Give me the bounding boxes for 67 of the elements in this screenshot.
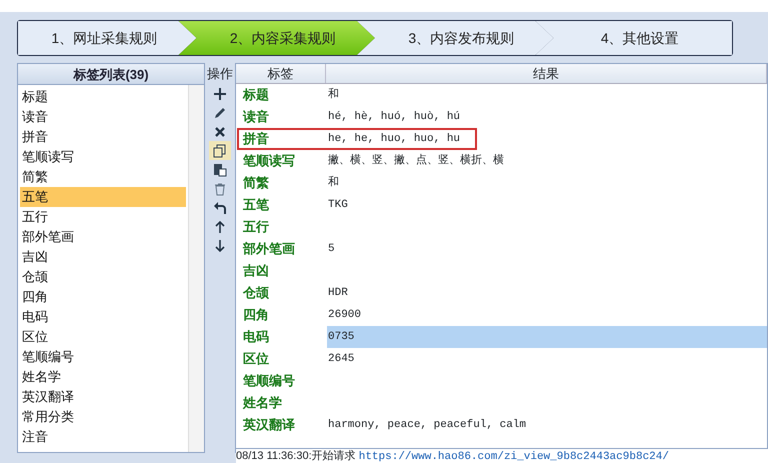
arrow-up-icon[interactable]: [213, 220, 227, 234]
tag-list-item[interactable]: 电码: [20, 307, 186, 327]
copy-button[interactable]: [209, 141, 231, 160]
arrow-down-icon[interactable]: [213, 238, 227, 252]
table-cell-text: 26900: [327, 308, 362, 323]
table-cell-text: 拼音: [242, 130, 270, 148]
table-cell-text: 5: [327, 242, 336, 257]
tag-list-item[interactable]: 部外笔画: [20, 227, 186, 247]
tag-list-item[interactable]: 四角: [20, 287, 186, 307]
tag-list-item[interactable]: 笔顺编号: [20, 347, 186, 367]
toolbar-title: 操作: [207, 65, 233, 83]
tag-list-item[interactable]: 五笔: [20, 187, 186, 207]
step-tab[interactable]: 3、内容发布规则: [357, 21, 554, 55]
table-cell-text: 五行: [242, 218, 270, 236]
tag-list-item[interactable]: 常用分类: [20, 407, 186, 427]
paste-icon[interactable]: [213, 162, 227, 176]
tag-list-item[interactable]: 简繁: [20, 167, 186, 187]
table-cell-text: 撇、横、竖、撇、点、竖、横折、横: [327, 152, 505, 169]
table-cell-text: 区位: [242, 350, 270, 368]
step-tab[interactable]: 2、内容采集规则: [178, 21, 375, 55]
log-text: 08/13 11:36:30:开始请求: [236, 450, 356, 462]
table-cell-text: harmony, peace, peaceful, calm: [327, 418, 528, 433]
table-cell-text: 四角: [242, 306, 270, 324]
step-tab[interactable]: 1、网址采集规则: [18, 21, 196, 55]
tag-list-item[interactable]: 笔顺读写: [20, 147, 186, 167]
table-cell-text: 吉凶: [242, 262, 270, 280]
table-cell-text: 和: [327, 87, 340, 103]
close-icon[interactable]: [213, 124, 227, 138]
copy-icon: [213, 144, 227, 158]
table-cell-text: 和: [327, 175, 340, 191]
log-url[interactable]: https://www.hao86.com/zi_view_9b8c2443ac9b8c24/: [358, 451, 669, 463]
table-cell-text: 仓颉: [242, 284, 270, 302]
add-icon[interactable]: [213, 86, 227, 100]
pencil-icon[interactable]: [213, 106, 227, 120]
tag-list-item[interactable]: 吉凶: [20, 247, 186, 267]
table-cell-text: 2645: [327, 352, 356, 367]
tag-list-item[interactable]: 拼音: [20, 127, 186, 147]
tag-list-item[interactable]: 英汉翻译: [20, 387, 186, 407]
undo-icon[interactable]: [213, 200, 227, 214]
tag-list-item[interactable]: 姓名学: [20, 367, 186, 387]
table-cell-text: he, he, huo, huo, hu: [327, 132, 462, 147]
step-tab[interactable]: 4、其他设置: [536, 21, 732, 55]
panel-title: 标签列表(39): [18, 64, 204, 85]
tag-list-item[interactable]: 区位: [20, 327, 186, 347]
tag-list-item[interactable]: 五行: [20, 207, 186, 227]
table-cell-text: 部外笔画: [242, 240, 296, 258]
table-cell-text: 简繁: [242, 174, 270, 192]
table-cell-text: TKG: [327, 198, 349, 213]
table-cell-text: hé, hè, huó, huò, hú: [327, 110, 462, 125]
table-cell-text: HDR: [327, 286, 349, 301]
tag-list-item[interactable]: 标题: [20, 87, 186, 107]
tag-list-item[interactable]: 注音: [20, 427, 186, 447]
table-cell-text: 英汉翻译: [242, 416, 296, 434]
scrollbar[interactable]: [188, 85, 204, 452]
table-cell-text: 读音: [242, 108, 270, 126]
table-cell-text: 五笔: [242, 196, 270, 214]
table-cell-text: 电码: [242, 328, 270, 346]
table-cell-text: 标题: [242, 86, 270, 104]
table-cell-text: 笔顺读写: [242, 152, 296, 170]
tag-list-item[interactable]: 读音: [20, 107, 186, 127]
table-cell-text: 笔顺编号: [242, 372, 296, 390]
tag-list-item[interactable]: 仓颉: [20, 267, 186, 287]
table-cell: 0735: [327, 326, 767, 348]
column-header: 结果: [326, 64, 767, 83]
table-cell-text: 姓名学: [242, 394, 283, 412]
trash-icon[interactable]: [213, 182, 227, 196]
column-header: 标签: [236, 64, 326, 83]
